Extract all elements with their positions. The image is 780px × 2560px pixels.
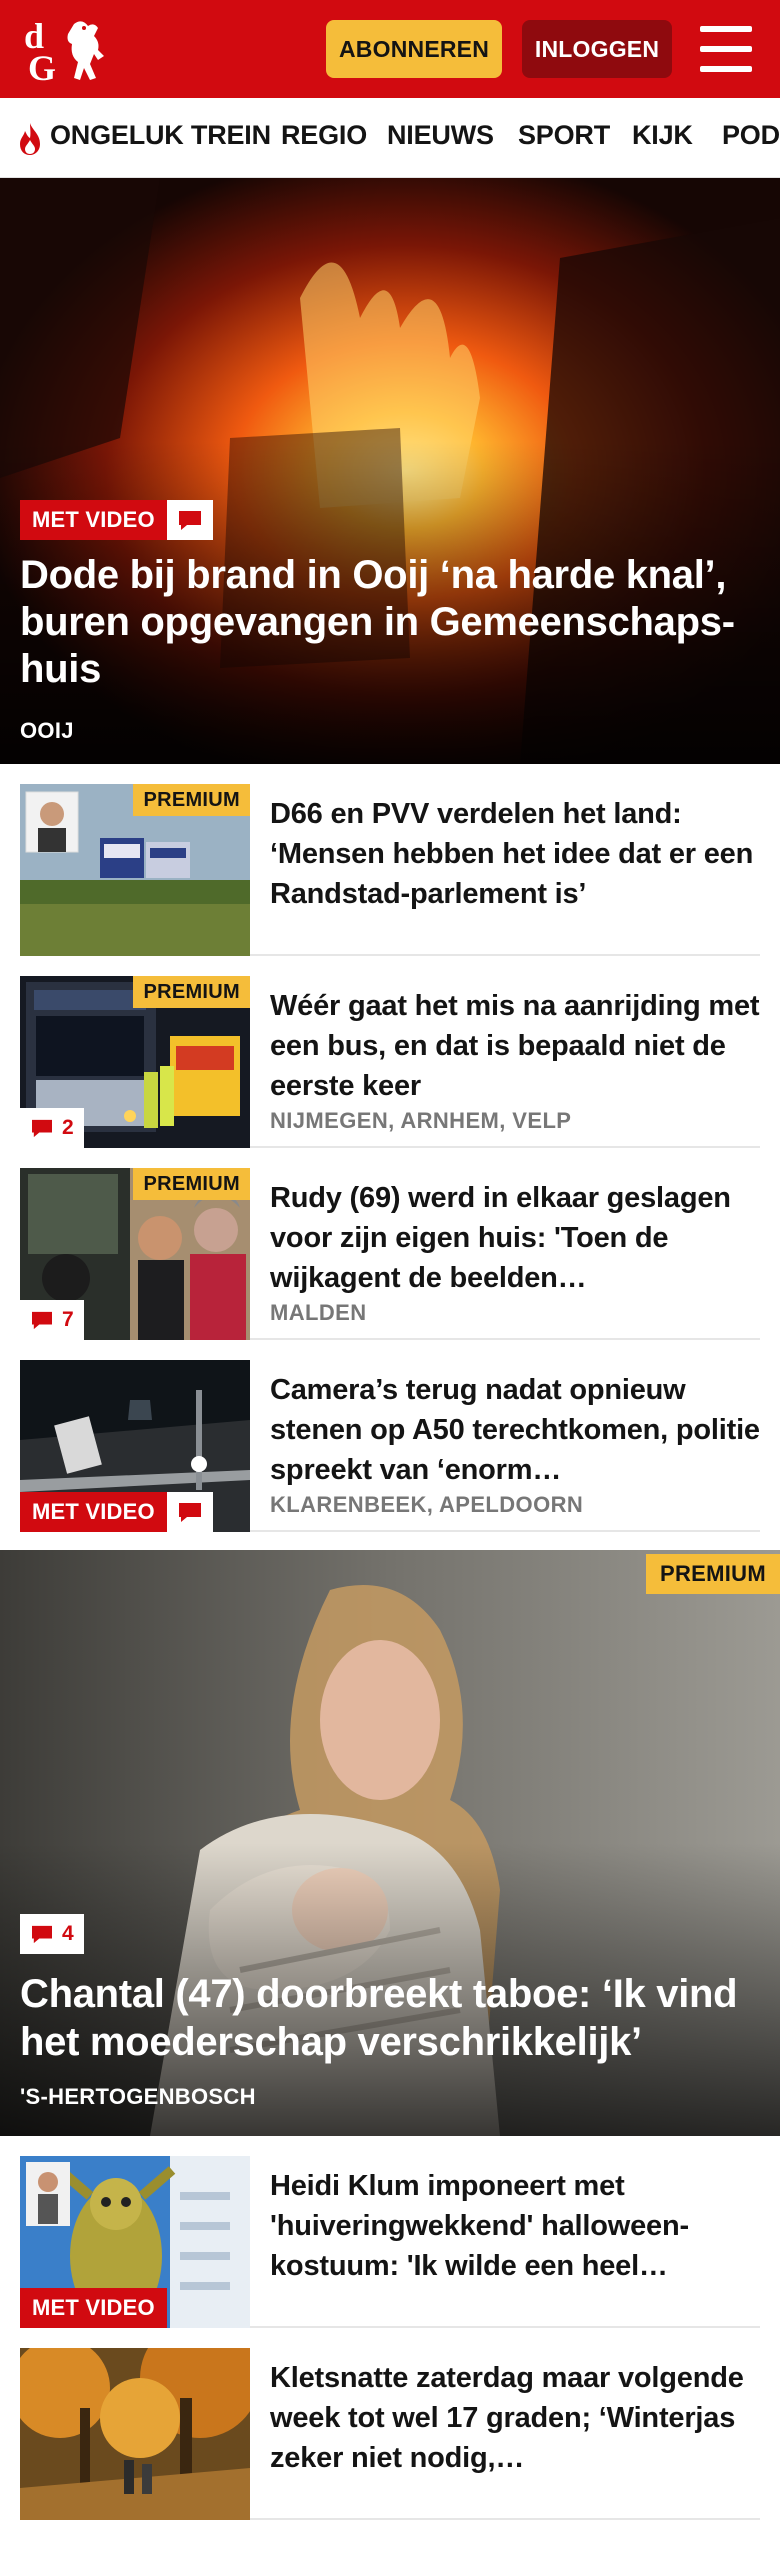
article-thumbnail: PREMIUM 7 <box>20 1168 250 1340</box>
svg-text:G: G <box>28 48 56 86</box>
list-item[interactable]: MET VIDEO Camera’s terug nadat opnieuw s… <box>20 1360 760 1532</box>
login-button[interactable]: INLOGGEN <box>522 20 672 78</box>
comment-count-badge[interactable]: 2 <box>20 1108 84 1148</box>
article-location: MALDEN <box>270 1300 367 1325</box>
list-item[interactable]: PREMIUM 7 Rudy (69) werd in elkaar gesla… <box>20 1168 760 1340</box>
subscribe-button[interactable]: ABONNEREN <box>326 20 502 78</box>
nav-item-nieuws[interactable]: NIEUWS <box>387 120 494 151</box>
flame-icon <box>20 123 40 155</box>
top-bar: d G ABONNEREN INLOGGEN <box>0 0 780 98</box>
video-badge-label: MET VIDEO <box>20 2288 167 2328</box>
comment-icon <box>32 1119 52 1138</box>
video-badge: MET VIDEO <box>20 500 213 540</box>
article-thumbnail: MET VIDEO <box>20 2156 250 2328</box>
article-thumbnail <box>20 2348 250 2520</box>
premium-badge: PREMIUM <box>133 976 250 1008</box>
hero-article[interactable]: MET VIDEO Dode bij brand in Ooij ‘na har… <box>0 178 780 764</box>
video-badge: MET VIDEO <box>20 1492 213 1532</box>
comment-count-badge[interactable]: 4 <box>20 1914 84 1954</box>
list-item[interactable]: MET VIDEO Heidi Klum imponeert met 'huiv… <box>20 2156 760 2328</box>
nav-item-pod[interactable]: POD <box>722 120 780 151</box>
nav-item-kijk[interactable]: KIJK <box>632 120 693 151</box>
article-title[interactable]: Heidi Klum imponeert met 'huiveringwekke… <box>270 2166 760 2286</box>
comment-count: 4 <box>62 1922 74 1945</box>
comment-count: 7 <box>62 1308 74 1331</box>
article-location: KLARENBEEK, APELDOORN <box>270 1492 584 1517</box>
article-thumbnail: PREMIUM 2 <box>20 976 250 1148</box>
premium-badge: PREMIUM <box>133 1168 250 1200</box>
comment-icon <box>166 1492 213 1532</box>
video-badge-label: MET VIDEO <box>20 1492 167 1532</box>
nav-item-sport[interactable]: SPORT <box>518 120 610 151</box>
hero-title[interactable]: Dode bij brand in Ooij ‘na harde knal’, … <box>20 552 760 693</box>
hero-location: OOIJ <box>20 718 74 743</box>
article-title[interactable]: Rudy (69) werd in elkaar geslagen voor z… <box>270 1178 760 1298</box>
premium-badge: PREMIUM <box>646 1554 780 1594</box>
video-badge-label: MET VIDEO <box>20 500 167 540</box>
article-title[interactable]: Wéér gaat het mis na aanrijding met een … <box>270 986 760 1106</box>
nav-item-regio[interactable]: REGIO <box>281 120 367 151</box>
list-item[interactable]: Kletsnatte zaterdag maar volgende week t… <box>20 2348 760 2520</box>
article-title[interactable]: D66 en PVV verdelen het land: ‘Mensen he… <box>270 794 760 914</box>
menu-icon[interactable] <box>700 26 752 72</box>
article-thumbnail: MET VIDEO <box>20 1360 250 1532</box>
list-item[interactable]: PREMIUM D66 en PVV verdelen het land: ‘M… <box>20 784 760 956</box>
comment-icon <box>166 500 213 540</box>
video-badge: MET VIDEO <box>20 2288 167 2328</box>
premium-badge: PREMIUM <box>133 784 250 816</box>
article-thumbnail: PREMIUM <box>20 784 250 956</box>
article-title[interactable]: Camera’s terug nadat opnieuw stenen op A… <box>270 1370 760 1490</box>
feature-location: 'S-HERTOGENBOSCH <box>20 2084 256 2109</box>
feature-article[interactable]: PREMIUM 4 Chantal (47) doorbreekt taboe:… <box>0 1550 780 2136</box>
nav-item-ongeluk-trein[interactable]: ONGELUK TREIN <box>50 120 271 151</box>
feature-title[interactable]: Chantal (47) doorbreekt taboe: ‘Ik vind … <box>20 1970 760 2066</box>
dg-logo[interactable]: d G <box>22 14 118 86</box>
comment-icon <box>32 1925 52 1944</box>
comment-icon <box>32 1311 52 1330</box>
section-nav: ONGELUK TREIN REGIO NIEUWS SPORT KIJK PO… <box>0 98 780 178</box>
comment-count: 2 <box>62 1116 74 1139</box>
article-location: NIJMEGEN, ARNHEM, VELP <box>270 1108 572 1133</box>
comment-count-badge[interactable]: 7 <box>20 1300 84 1340</box>
article-title[interactable]: Kletsnatte zaterdag maar volgende week t… <box>270 2358 760 2478</box>
list-item[interactable]: PREMIUM 2 Wéér gaat het mis na aanrijdin… <box>20 976 760 1148</box>
